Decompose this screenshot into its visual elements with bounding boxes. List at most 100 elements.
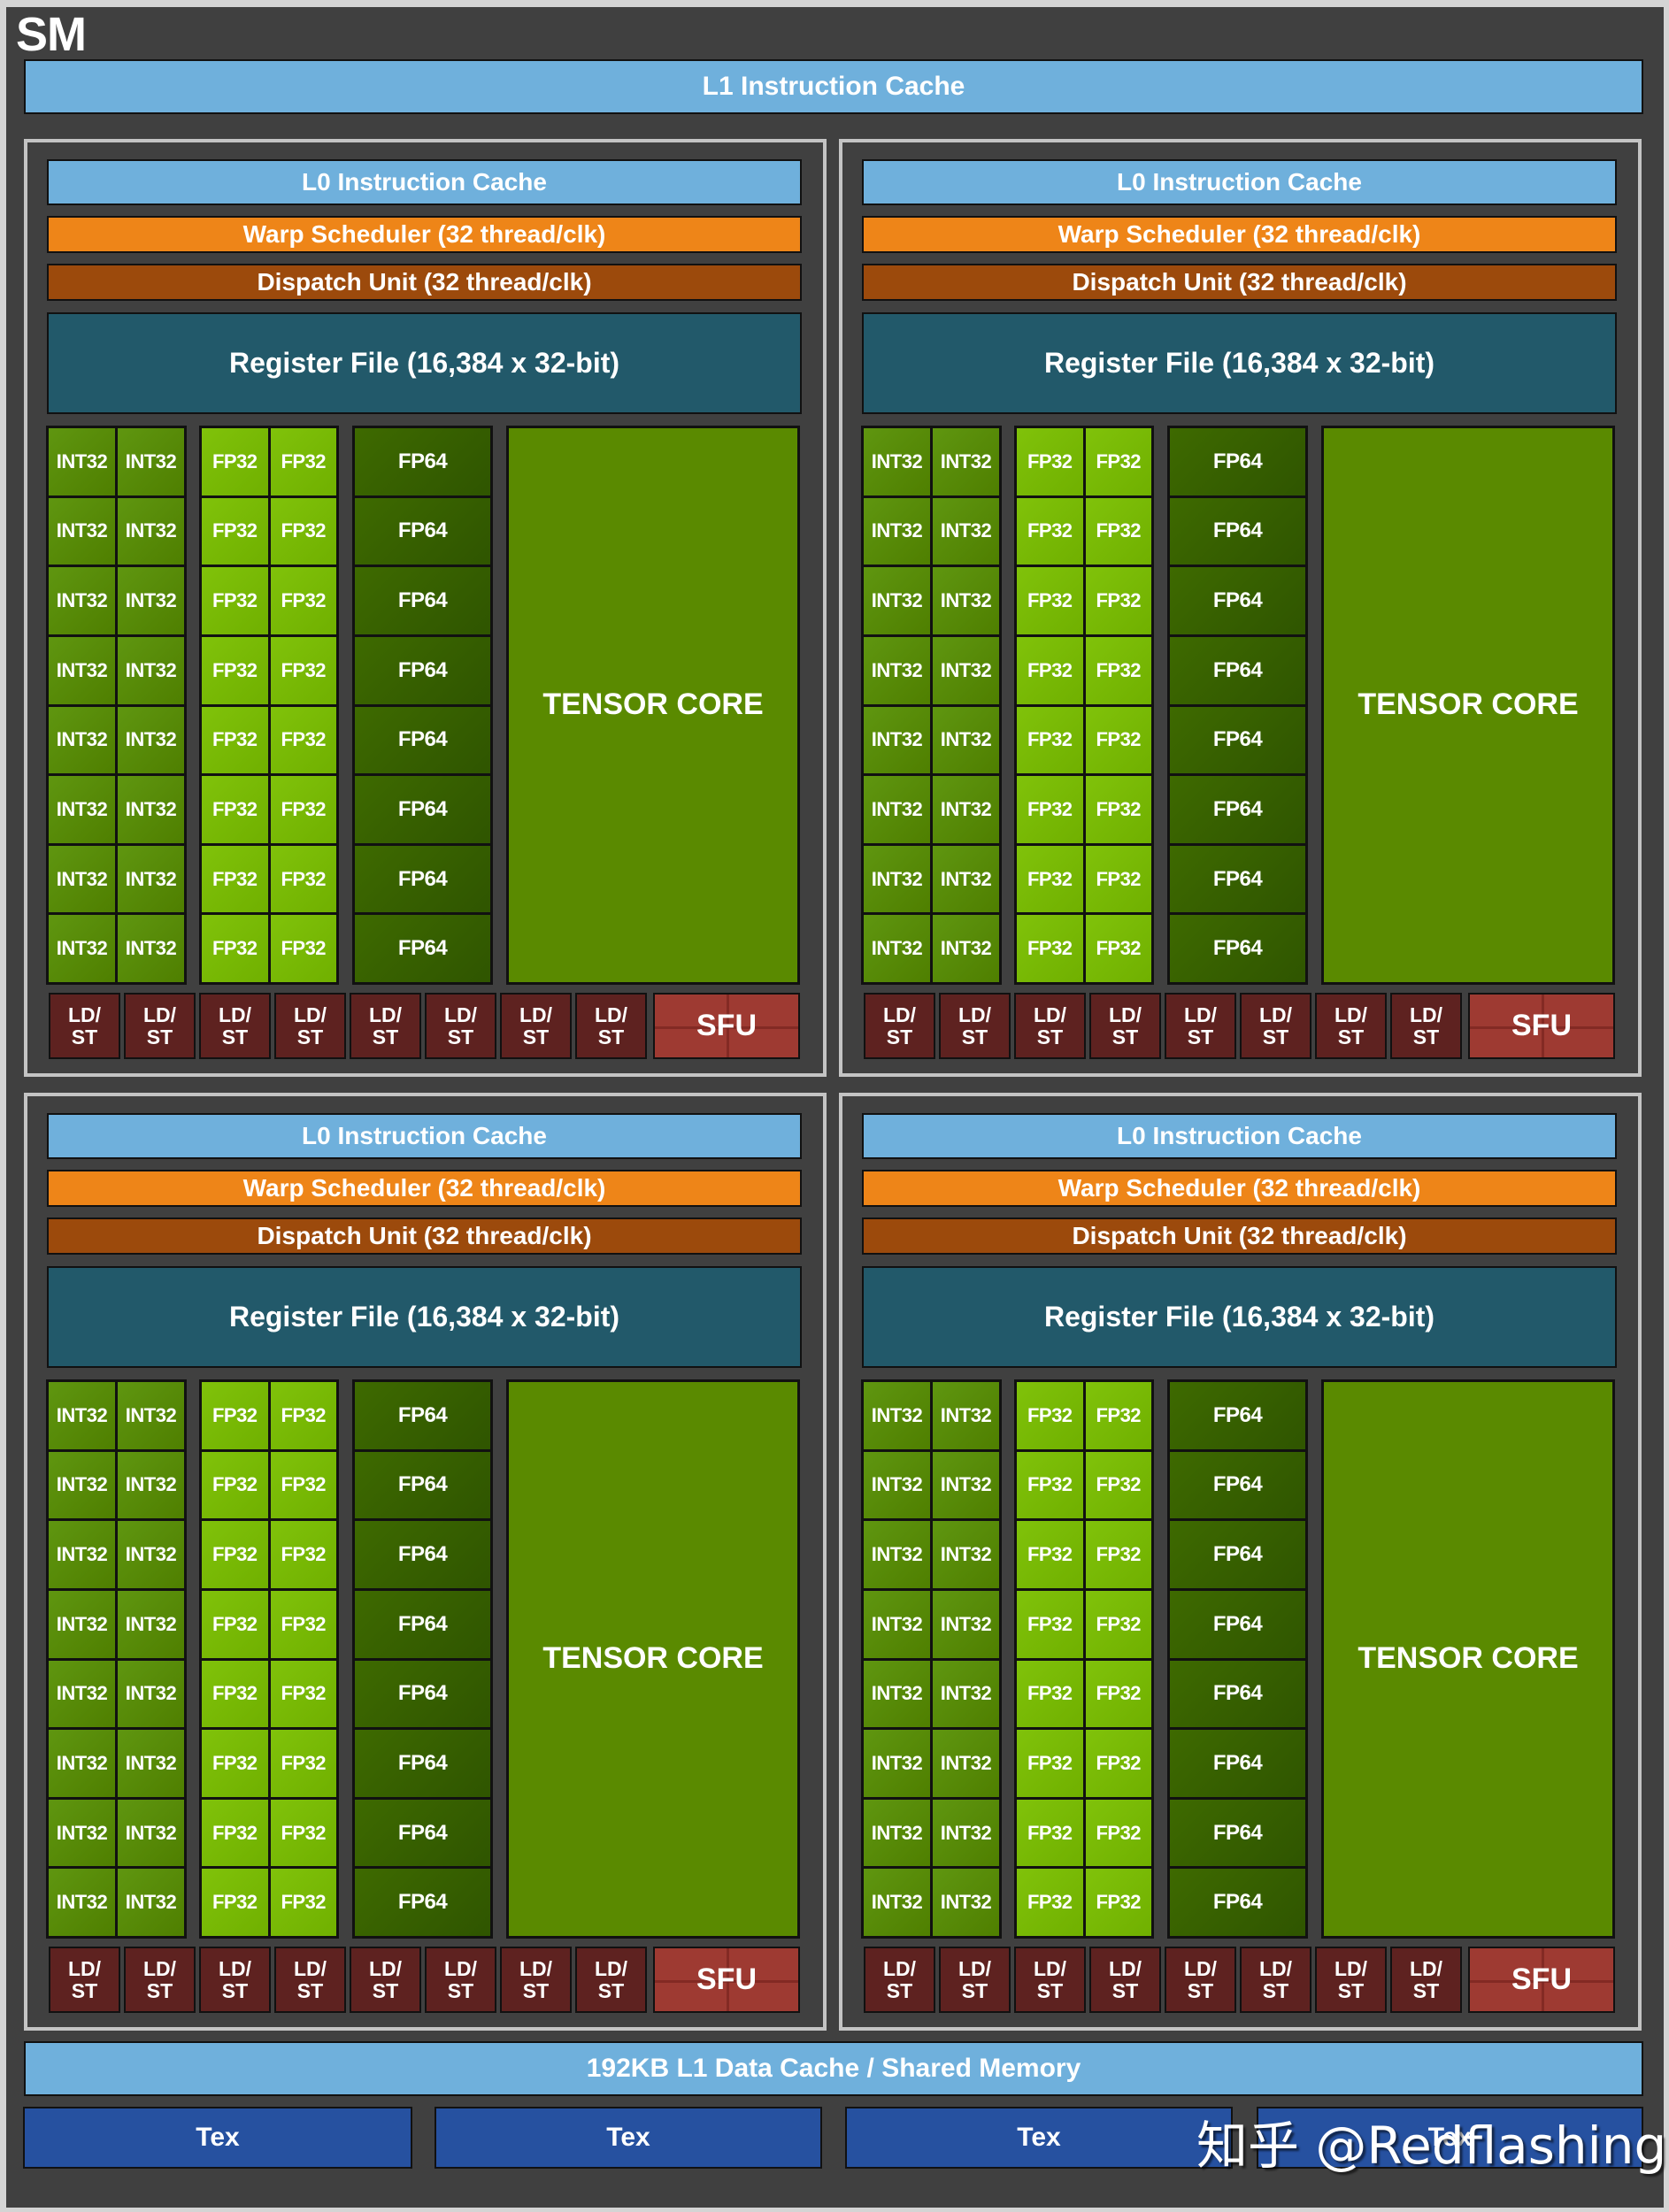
tensor-core: TENSOR CORE <box>1321 426 1615 985</box>
fp64-unit: FP64 <box>355 845 490 913</box>
int32-unit: INT32 <box>49 567 115 634</box>
int32-unit: INT32 <box>933 428 999 495</box>
fp32-unit: FP32 <box>1017 776 1083 843</box>
ld-st-label-line1: LD/ <box>519 1957 553 1981</box>
int32-unit: INT32 <box>118 567 184 634</box>
ld-st-label-line2: ST <box>221 1978 249 2002</box>
fp32-unit: FP32 <box>202 567 268 634</box>
sm-quadrant-bottom-right: L0 Instruction Cache Warp Scheduler (32 t… <box>839 1093 1642 2031</box>
fp32-unit: FP32 <box>202 428 268 495</box>
ld-st-unit: LD/ST <box>1165 1947 1236 2013</box>
fp64-unit: FP64 <box>1170 428 1305 495</box>
int32-unit: INT32 <box>864 1382 930 1449</box>
int32-unit: INT32 <box>118 428 184 495</box>
ld-st-unit: LD/ST <box>575 1947 647 2013</box>
ld-st-unit: LD/ST <box>199 1947 271 2013</box>
fp32-unit: FP32 <box>270 706 336 774</box>
int32-unit: INT32 <box>864 1521 930 1588</box>
fp32-unit: FP32 <box>1085 1590 1151 1658</box>
sfu-unit: SFU <box>653 1947 800 2013</box>
int32-unit: INT32 <box>864 428 930 495</box>
fp32-unit: FP32 <box>1017 1590 1083 1658</box>
ld-st-label-line2: ST <box>71 1978 98 2002</box>
fp32-unit: FP32 <box>1085 497 1151 565</box>
ld-st-unit: LD/ST <box>1315 993 1387 1059</box>
l0-instruction-cache: L0 Instruction Cache <box>862 159 1617 205</box>
ld-st-label-line2: ST <box>221 1025 249 1048</box>
sm-quadrant-top-right: L0 Instruction Cache Warp Scheduler (32 t… <box>839 139 1642 1077</box>
ld-st-label-line2: ST <box>372 1978 399 2002</box>
int32-group: INT32 INT32 INT32 INT32 INT32 INT32 INT32 INT32… <box>861 426 1002 985</box>
ld-st-label-line1: LD/ <box>1334 1957 1368 1981</box>
fp32-unit: FP32 <box>1085 1382 1151 1449</box>
fp32-unit: FP32 <box>202 915 268 982</box>
fp32-unit: FP32 <box>1017 428 1083 495</box>
fp64-unit: FP64 <box>355 706 490 774</box>
int32-group: INT32 INT32 INT32 INT32 INT32 INT32 INT32 INT32… <box>46 1379 187 1939</box>
int32-unit: INT32 <box>864 1590 930 1658</box>
ld-st-label-line1: LD/ <box>1033 1003 1067 1027</box>
ld-st-label-line2: ST <box>597 1025 625 1048</box>
fp32-unit: FP32 <box>1085 1869 1151 1936</box>
ld-st-label-line1: LD/ <box>368 1003 403 1027</box>
fp64-unit: FP64 <box>355 1869 490 1936</box>
tex-unit: Tex <box>845 2107 1233 2169</box>
ld-st-unit: LD/ST <box>49 1947 120 2013</box>
int32-unit: INT32 <box>864 1730 930 1797</box>
ld-st-unit: LD/ST <box>1089 993 1161 1059</box>
int32-unit: INT32 <box>933 1660 999 1728</box>
fp64-unit: FP64 <box>1170 567 1305 634</box>
sfu-label: SFU <box>696 1008 757 1042</box>
int32-unit: INT32 <box>864 1451 930 1519</box>
fp32-unit: FP32 <box>1017 1730 1083 1797</box>
fp32-unit: FP32 <box>1017 1451 1083 1519</box>
ld-st-label-line2: ST <box>1412 1978 1440 2002</box>
ld-st-unit: LD/ST <box>864 993 935 1059</box>
ld-st-unit: LD/ST <box>939 1947 1011 2013</box>
fp64-group: FP64 FP64 FP64 FP64 FP64 FP64 FP64 FP64 <box>352 1379 493 1939</box>
ld-st-label-line2: ST <box>296 1025 324 1048</box>
ld-st-label-line1: LD/ <box>882 1957 917 1981</box>
ld-st-label-line2: ST <box>1262 1025 1289 1048</box>
tex-unit: Tex <box>23 2107 412 2169</box>
register-file: Register File (16,384 x 32-bit) <box>862 312 1617 414</box>
fp32-unit: FP32 <box>1017 636 1083 704</box>
fp32-unit: FP32 <box>202 1660 268 1728</box>
ld-st-label-line1: LD/ <box>1258 1003 1293 1027</box>
int32-unit: INT32 <box>118 1869 184 1936</box>
fp32-unit: FP32 <box>1017 1869 1083 1936</box>
fp32-group: FP32 FP32 FP32 FP32 FP32 FP32 FP32 FP32 FP32 FP32… <box>199 1379 339 1939</box>
ld-st-unit: LD/ST <box>1165 993 1236 1059</box>
int32-unit: INT32 <box>49 915 115 982</box>
ld-st-label-line2: ST <box>146 1978 173 2002</box>
dispatch-unit: Dispatch Unit (32 thread/clk) <box>47 264 802 301</box>
fp32-unit: FP32 <box>270 497 336 565</box>
tensor-core: TENSOR CORE <box>506 426 800 985</box>
int32-unit: INT32 <box>49 1521 115 1588</box>
ld-st-unit: LD/ST <box>864 1947 935 2013</box>
ld-st-label-line1: LD/ <box>1183 1957 1218 1981</box>
fp32-unit: FP32 <box>1085 915 1151 982</box>
int32-group: INT32 INT32 INT32 INT32 INT32 INT32 INT32 INT32… <box>861 1379 1002 1939</box>
int32-group: INT32 INT32 INT32 INT32 INT32 INT32 INT32 INT32… <box>46 426 187 985</box>
int32-unit: INT32 <box>864 915 930 982</box>
fp64-unit: FP64 <box>1170 776 1305 843</box>
ld-st-label-line2: ST <box>1337 1025 1365 1048</box>
int32-unit: INT32 <box>933 776 999 843</box>
fp64-group: FP64 FP64 FP64 FP64 FP64 FP64 FP64 FP64 <box>352 426 493 985</box>
ld-st-unit: LD/ST <box>199 993 271 1059</box>
int32-unit: INT32 <box>118 1660 184 1728</box>
fp32-unit: FP32 <box>1017 706 1083 774</box>
int32-unit: INT32 <box>933 1799 999 1867</box>
fp32-unit: FP32 <box>270 567 336 634</box>
int32-unit: INT32 <box>49 1660 115 1728</box>
ld-st-label-line2: ST <box>1187 1978 1214 2002</box>
tensor-core: TENSOR CORE <box>1321 1379 1615 1939</box>
ld-st-label-line2: ST <box>886 1025 913 1048</box>
ld-st-label-line1: LD/ <box>443 1957 478 1981</box>
ld-st-label-line1: LD/ <box>1108 1003 1142 1027</box>
fp64-unit: FP64 <box>355 776 490 843</box>
fp64-unit: FP64 <box>355 1660 490 1728</box>
fp32-unit: FP32 <box>1085 1730 1151 1797</box>
fp32-unit: FP32 <box>1017 567 1083 634</box>
